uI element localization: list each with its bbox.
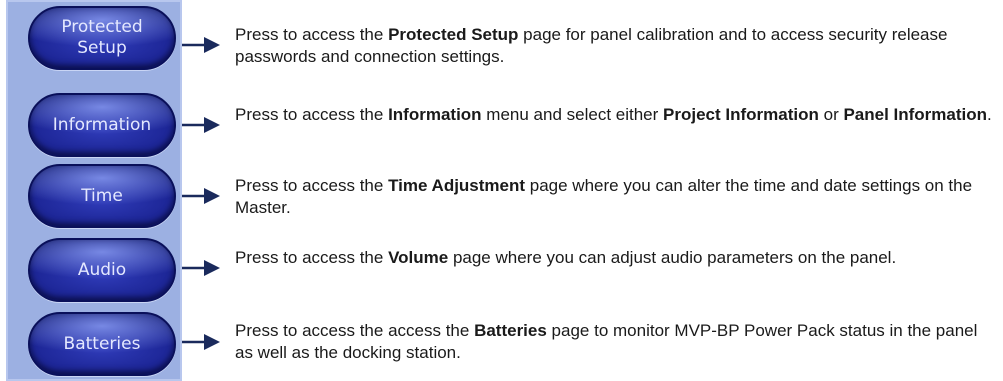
information-button[interactable]: Information [28,93,176,157]
arrow-right-icon [182,37,220,53]
arrow-right-icon [182,188,220,204]
description-bold-term: Project Information [663,105,819,124]
description-text: Press to access the [235,248,389,267]
description-bold-term: Protected Setup [388,25,519,44]
description-text: Press to access the access the [235,321,475,340]
description-text: page where you can adjust audio paramete… [448,248,897,267]
audio-button[interactable]: Audio [28,238,176,302]
protected-setup-button[interactable]: Protected Setup [28,6,176,70]
description-text: Press to access the [235,176,389,195]
arrow-right-icon [182,334,220,350]
description-text: or [818,105,844,124]
information-description: Press to access the Information menu and… [235,104,995,126]
description-bold-term: Volume [388,248,449,267]
protected-setup-description: Press to access the Protected Setup page… [235,24,995,68]
audio-description: Press to access the Volume page where yo… [235,247,995,269]
arrow-right-icon [182,260,220,276]
description-text: menu and select either [481,105,664,124]
description-bold-term: Time Adjustment [388,176,526,195]
arrow-right-icon [182,117,220,133]
time-button[interactable]: Time [28,164,176,228]
description-text: . [987,105,992,124]
description-bold-term: Panel Information [843,105,988,124]
batteries-button[interactable]: Batteries [28,312,176,376]
description-text: Press to access the [235,105,389,124]
description-text: Press to access the [235,25,389,44]
button-panel: Protected Setup Information Time Audio B… [6,0,182,381]
description-bold-term: Batteries [474,321,547,340]
time-description: Press to access the Time Adjustment page… [235,175,995,219]
description-bold-term: Information [388,105,482,124]
batteries-description: Press to access the access the Batteries… [235,320,995,364]
